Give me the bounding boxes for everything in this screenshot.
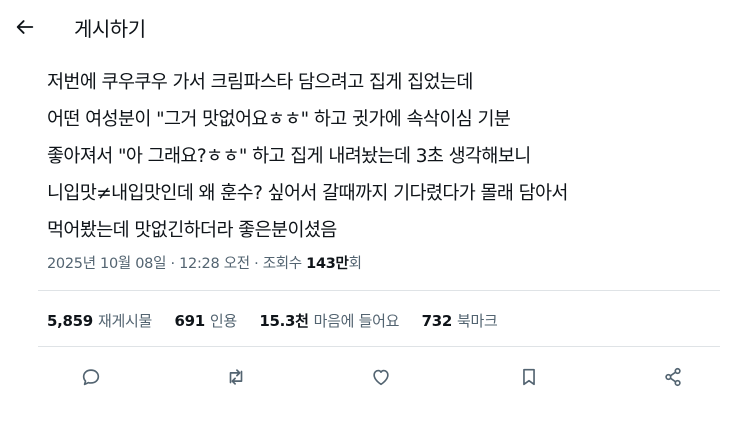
quotes-count: 691 bbox=[174, 312, 205, 330]
retweet-button[interactable] bbox=[219, 360, 253, 394]
tweet-line: 먹어봤는데 맛없긴하더라 좋은분이셨음 bbox=[47, 220, 337, 241]
reposts-count: 5,859 bbox=[47, 312, 93, 330]
like-button[interactable] bbox=[364, 360, 398, 394]
reply-icon bbox=[82, 369, 100, 386]
page-title: 게시하기 bbox=[74, 17, 146, 41]
action-bar bbox=[0, 360, 750, 394]
header: 게시하기 bbox=[0, 0, 750, 56]
divider bbox=[38, 346, 720, 347]
bookmarks-label: 북마크 bbox=[457, 312, 498, 330]
reply-button[interactable] bbox=[74, 360, 108, 394]
quotes-label: 인용 bbox=[209, 312, 237, 330]
views-label: 조회수 bbox=[262, 256, 307, 272]
bookmark-icon bbox=[523, 368, 535, 386]
tweet-detail-page: 게시하기 저번에 쿠우쿠우 가서 크림파스타 담으려고 집게 집었는데 어떤 여… bbox=[0, 0, 750, 423]
meta-separator: · bbox=[249, 256, 263, 272]
tweet-line: 어떤 여성분이 "그거 맛없어요ㅎㅎ" 하고 귓가에 속삭이심 기분 bbox=[47, 109, 511, 130]
likes-stat[interactable]: 15.3천 마음에 들어요 bbox=[259, 310, 399, 331]
tweet-line: 저번에 쿠우쿠우 가서 크림파스타 담으려고 집게 집었는데 bbox=[47, 72, 473, 93]
divider bbox=[38, 290, 720, 291]
tweet-line: 좋아져서 "아 그래요?ㅎㅎ" 하고 집게 내려놨는데 3초 생각해보니 bbox=[47, 146, 531, 167]
share-button[interactable] bbox=[656, 360, 690, 394]
likes-count: 15.3천 bbox=[259, 312, 309, 330]
tweet-meta: 2025년 10월 08일 · 12:28 오전 · 조회수 143만회 bbox=[47, 252, 362, 273]
heart-icon bbox=[373, 369, 389, 386]
bookmark-button[interactable] bbox=[512, 360, 546, 394]
meta-separator: · bbox=[166, 256, 180, 272]
views-suffix: 회 bbox=[348, 256, 362, 272]
back-button[interactable] bbox=[8, 10, 42, 44]
likes-label: 마음에 들어요 bbox=[313, 312, 400, 330]
bookmarks-stat[interactable]: 732 북마크 bbox=[422, 310, 498, 331]
share-icon bbox=[665, 367, 681, 387]
arrow-left-icon bbox=[16, 20, 34, 34]
tweet-date[interactable]: 2025년 10월 08일 bbox=[47, 256, 166, 272]
quotes-stat[interactable]: 691 인용 bbox=[174, 310, 237, 331]
reposts-label: 재게시물 bbox=[97, 312, 152, 330]
tweet-line: 니입맛≠내입맛인데 왜 훈수? 싶어서 갈때까지 기다렸다가 몰래 담아서 bbox=[47, 183, 568, 204]
tweet-text: 저번에 쿠우쿠우 가서 크림파스타 담으려고 집게 집었는데 어떤 여성분이 "… bbox=[47, 64, 727, 249]
views-count: 143만 bbox=[306, 256, 349, 272]
tweet-time[interactable]: 12:28 오전 bbox=[179, 256, 250, 272]
reposts-stat[interactable]: 5,859 재게시물 bbox=[47, 310, 152, 331]
tweet-stats: 5,859 재게시물 691 인용 15.3천 마음에 들어요 732 북마크 bbox=[47, 310, 516, 331]
retweet-icon bbox=[229, 369, 243, 385]
bookmarks-count: 732 bbox=[421, 312, 453, 330]
